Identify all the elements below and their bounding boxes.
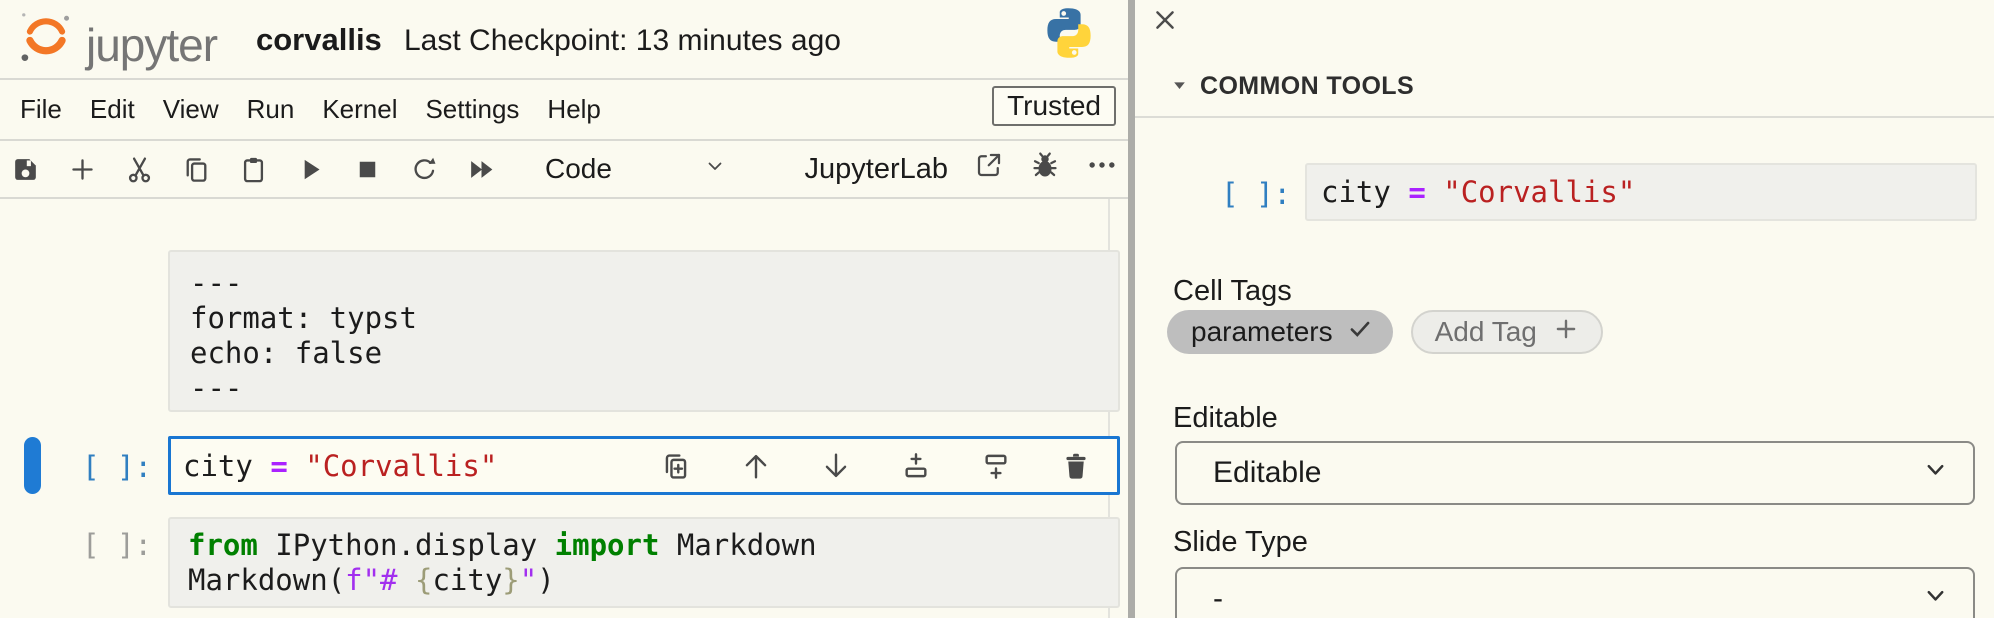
- save-icon[interactable]: [6, 150, 44, 188]
- cell-code-selected[interactable]: city = "Corvallis": [168, 436, 1120, 495]
- notebook-panel: jupyter corvallis Last Checkpoint: 13 mi…: [0, 0, 1128, 618]
- jupyterlab-link[interactable]: JupyterLab: [805, 153, 949, 186]
- interrupt-kernel-icon[interactable]: [348, 150, 386, 188]
- tag-label: parameters: [1191, 316, 1333, 348]
- external-link-icon[interactable]: [974, 150, 1004, 188]
- menu-edit[interactable]: Edit: [90, 94, 135, 125]
- move-cell-down-icon[interactable]: [819, 449, 853, 483]
- restart-run-all-icon[interactable]: [462, 150, 500, 188]
- menu-help[interactable]: Help: [547, 94, 600, 125]
- editable-value: Editable: [1213, 456, 1321, 490]
- debugger-bug-icon[interactable]: [1030, 150, 1060, 188]
- cell-raw-frontmatter[interactable]: --- format: typst echo: false ---: [168, 250, 1120, 412]
- menu-bar: File Edit View Run Kernel Settings Help: [0, 80, 1128, 138]
- insert-cell-below-icon[interactable]: [979, 449, 1013, 483]
- code-line: ---: [190, 266, 1118, 301]
- more-commands-icon[interactable]: [1086, 150, 1118, 188]
- move-cell-up-icon[interactable]: [739, 449, 773, 483]
- slide-type-value: -: [1213, 582, 1223, 616]
- cell-prompt: [ ]:: [40, 450, 152, 484]
- menu-run[interactable]: Run: [247, 94, 295, 125]
- jupyter-wordmark: jupyter: [86, 19, 217, 71]
- cell-tags-row: parameters Add Tag: [1167, 310, 1603, 354]
- add-tag-button[interactable]: Add Tag: [1411, 310, 1603, 354]
- cut-cells-icon[interactable]: [120, 150, 158, 188]
- code-line: city = "Corvallis": [171, 449, 497, 483]
- close-icon[interactable]: [1151, 6, 1181, 36]
- jupyter-logo-link[interactable]: jupyter: [18, 6, 217, 71]
- section-divider: [1135, 116, 1994, 118]
- copy-cells-icon[interactable]: [177, 150, 215, 188]
- python-kernel-icon: [1040, 4, 1098, 67]
- property-inspector-panel: COMMON TOOLS [ ]: city = "Corvallis" Cel…: [1135, 0, 1994, 618]
- cell-tags-label: Cell Tags: [1173, 275, 1292, 308]
- cell-action-toolbar: [659, 449, 1117, 483]
- paste-cells-icon[interactable]: [234, 150, 272, 188]
- code-line: from IPython.display import Markdown: [188, 528, 1118, 563]
- toolbar-divider: [0, 197, 1128, 199]
- code-line: format: typst: [190, 301, 1118, 336]
- plus-icon: [1553, 316, 1579, 349]
- duplicate-cell-icon[interactable]: [659, 449, 693, 483]
- code-line: echo: false: [190, 336, 1118, 371]
- code-line: Markdown(f"# {city}"): [188, 563, 1118, 598]
- restart-kernel-icon[interactable]: [405, 150, 443, 188]
- menu-view[interactable]: View: [163, 94, 219, 125]
- caret-down-icon: [1171, 72, 1188, 101]
- insert-cell-above-icon[interactable]: [899, 449, 933, 483]
- checkpoint-status: Last Checkpoint: 13 minutes ago: [404, 24, 841, 58]
- jupyter-logo-icon: [18, 6, 74, 71]
- slide-type-select[interactable]: -: [1175, 567, 1975, 618]
- menu-file[interactable]: File: [20, 94, 62, 125]
- code-line: ---: [190, 371, 1118, 406]
- menu-settings[interactable]: Settings: [425, 94, 519, 125]
- cell-type-select[interactable]: Code: [545, 153, 727, 185]
- add-tag-label: Add Tag: [1435, 316, 1537, 348]
- add-cell-icon[interactable]: [63, 150, 101, 188]
- tag-parameters[interactable]: parameters: [1167, 310, 1393, 354]
- chevron-down-icon: [703, 153, 727, 185]
- common-tools-section-header[interactable]: COMMON TOOLS: [1171, 72, 1414, 101]
- check-icon: [1347, 316, 1373, 349]
- menu-kernel[interactable]: Kernel: [322, 94, 397, 125]
- chevron-down-icon: [1922, 582, 1949, 617]
- jupyter-notebook-app: jupyter corvallis Last Checkpoint: 13 mi…: [0, 0, 1994, 618]
- chevron-down-icon: [1922, 456, 1949, 491]
- cell-prompt: [ ]:: [40, 528, 152, 562]
- cell-type-value: Code: [545, 153, 612, 185]
- editable-select[interactable]: Editable: [1175, 441, 1975, 505]
- slide-type-label: Slide Type: [1173, 526, 1308, 559]
- active-cell-preview[interactable]: city = "Corvallis": [1305, 163, 1977, 221]
- notebook-title[interactable]: corvallis: [256, 22, 382, 58]
- editable-label: Editable: [1173, 402, 1278, 435]
- trusted-button[interactable]: Trusted: [992, 86, 1116, 126]
- run-cell-icon[interactable]: [291, 150, 329, 188]
- section-title: COMMON TOOLS: [1200, 72, 1414, 101]
- delete-cell-icon[interactable]: [1059, 449, 1093, 483]
- panel-splitter[interactable]: [1128, 0, 1135, 618]
- code-line: city = "Corvallis": [1321, 175, 1635, 209]
- notebook-toolbar: Code JupyterLab: [0, 141, 1128, 197]
- cell-code-markdown[interactable]: from IPython.display import Markdown Mar…: [168, 517, 1120, 608]
- cell-collapser-bar[interactable]: [24, 437, 41, 494]
- cell-prompt: [ ]:: [1181, 177, 1291, 211]
